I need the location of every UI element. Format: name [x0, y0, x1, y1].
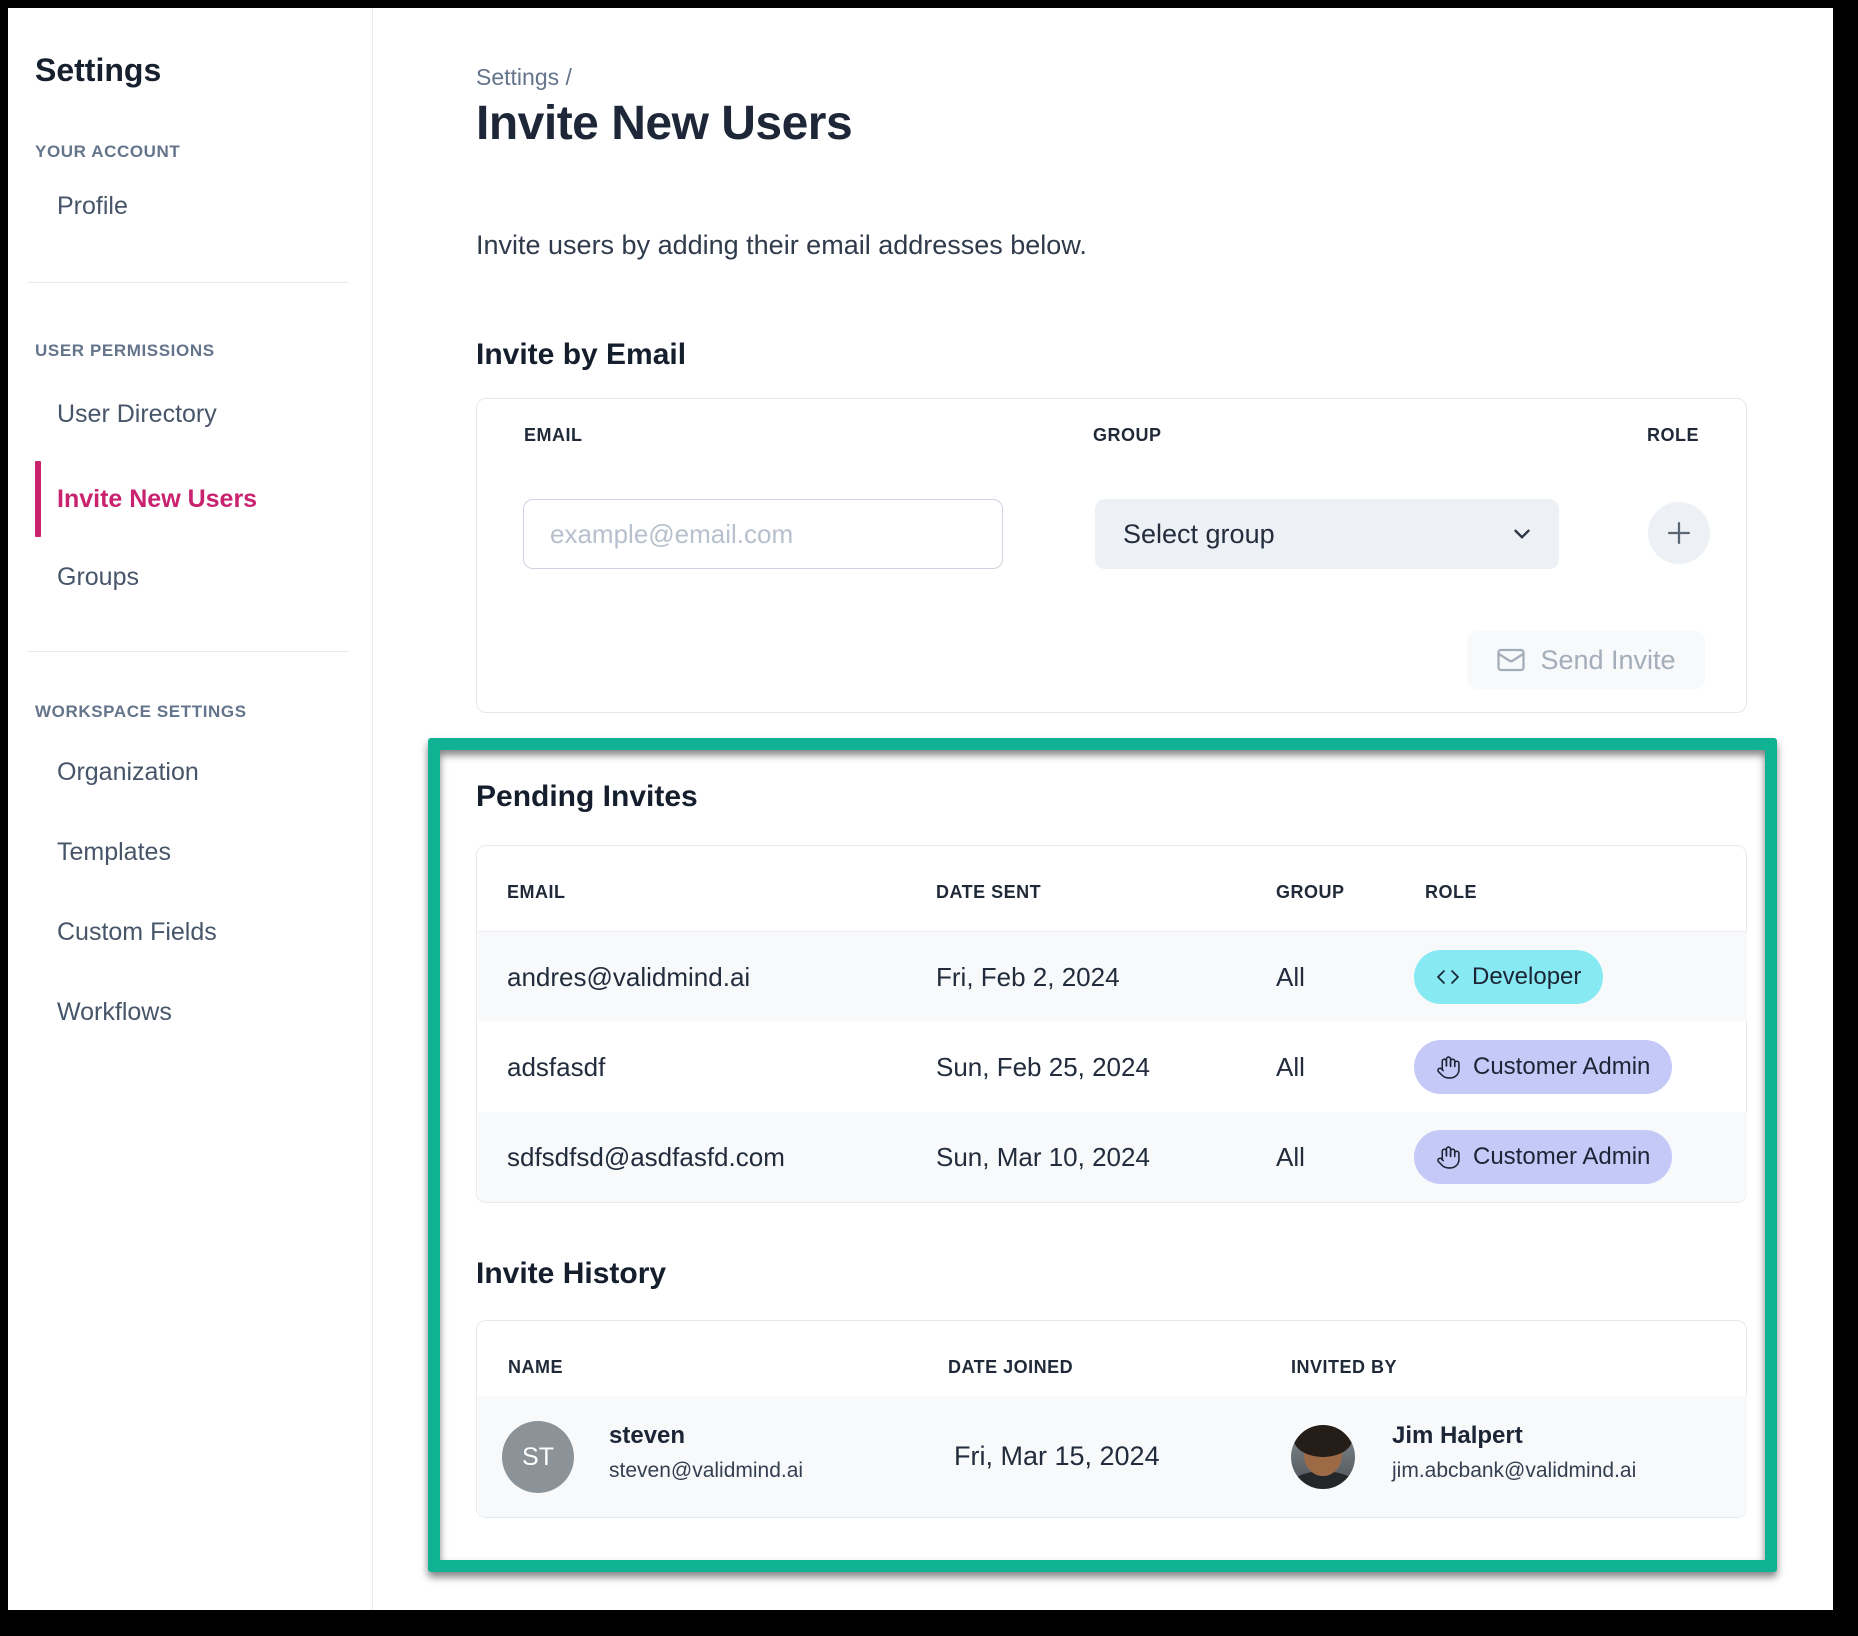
column-header-name: NAME: [508, 1357, 563, 1378]
email-label: EMAIL: [524, 425, 583, 446]
sidebar-item-invite-new-users[interactable]: Invite New Users: [57, 483, 257, 515]
column-header-date-joined: DATE JOINED: [948, 1357, 1073, 1378]
role-badge-customer-admin: Customer Admin: [1414, 1040, 1672, 1094]
chevron-down-icon: [1509, 521, 1535, 547]
pending-invites-heading: Pending Invites: [476, 780, 698, 814]
sidebar-item-templates[interactable]: Templates: [57, 836, 171, 868]
sidebar-item-organization[interactable]: Organization: [57, 756, 199, 788]
group-select[interactable]: Select group: [1095, 499, 1559, 569]
email-input[interactable]: [523, 499, 1003, 569]
plus-icon: [1662, 516, 1696, 550]
sidebar-title: Settings: [35, 52, 161, 89]
role-badge-customer-admin: Customer Admin: [1414, 1130, 1672, 1184]
group-select-value: Select group: [1123, 519, 1275, 549]
invite-by-email-card: EMAIL GROUP ROLE Select group Send Invi: [476, 398, 1747, 713]
breadcrumb: Settings /: [476, 64, 572, 91]
role-badge-label: Customer Admin: [1473, 1143, 1650, 1171]
group-label: GROUP: [1093, 425, 1162, 446]
role-badge-developer: Developer: [1414, 950, 1603, 1004]
send-invite-button[interactable]: Send Invite: [1467, 631, 1705, 689]
invite-email: adsfasdf: [507, 1022, 605, 1112]
breadcrumb-settings-link[interactable]: Settings: [476, 64, 559, 90]
invite-email: andres@validmind.ai: [507, 932, 750, 1022]
role-badge-label: Customer Admin: [1473, 1053, 1650, 1081]
column-header-email: EMAIL: [507, 882, 566, 903]
column-header-date-sent: DATE SENT: [936, 882, 1041, 903]
column-header-invited-by: INVITED BY: [1291, 1357, 1397, 1378]
pending-invites-table: EMAIL DATE SENT GROUP ROLE andres@validm…: [476, 845, 1747, 1203]
sidebar-divider: [27, 282, 349, 283]
pending-invite-row: andres@validmind.ai Fri, Feb 2, 2024 All…: [478, 932, 1747, 1022]
send-invite-label: Send Invite: [1540, 645, 1675, 676]
section-header-workspace-settings: WORKSPACE SETTINGS: [35, 702, 247, 722]
settings-sidebar: Settings YOUR ACCOUNT Profile USER PERMI…: [8, 8, 373, 1610]
invite-history-table: NAME DATE JOINED INVITED BY ST steven st…: [476, 1320, 1747, 1518]
column-header-role: ROLE: [1425, 882, 1477, 903]
invite-date-sent: Fri, Feb 2, 2024: [936, 932, 1120, 1022]
app-window: Settings YOUR ACCOUNT Profile USER PERMI…: [8, 8, 1833, 1610]
pending-invite-row: adsfasdf Sun, Feb 25, 2024 All Customer …: [478, 1022, 1747, 1112]
invited-by-email: jim.abcbank@validmind.ai: [1392, 1459, 1636, 1483]
invite-date-sent: Sun, Feb 25, 2024: [936, 1022, 1150, 1112]
pending-invite-row: sdfsdfsd@asdfasfd.com Sun, Mar 10, 2024 …: [478, 1112, 1747, 1202]
column-header-group: GROUP: [1276, 882, 1345, 903]
breadcrumb-separator: /: [566, 64, 572, 90]
hand-icon: [1436, 1145, 1461, 1170]
invite-group: All: [1276, 1112, 1305, 1202]
sidebar-item-workflows[interactable]: Workflows: [57, 996, 172, 1028]
invite-history-row: ST steven steven@validmind.ai Fri, Mar 1…: [478, 1396, 1747, 1517]
sidebar-item-custom-fields[interactable]: Custom Fields: [57, 916, 217, 948]
section-header-your-account: YOUR ACCOUNT: [35, 142, 180, 162]
invite-email: sdfsdfsd@asdfasfd.com: [507, 1112, 785, 1202]
sidebar-item-groups[interactable]: Groups: [57, 561, 139, 593]
page-description: Invite users by adding their email addre…: [476, 230, 1087, 261]
invite-group: All: [1276, 932, 1305, 1022]
avatar-initials: ST: [502, 1421, 574, 1493]
envelope-icon: [1496, 645, 1526, 675]
add-invite-row-button[interactable]: [1648, 502, 1710, 564]
invite-by-email-heading: Invite by Email: [476, 338, 686, 372]
code-icon: [1436, 965, 1460, 989]
member-name: steven: [609, 1422, 803, 1450]
invite-group: All: [1276, 1022, 1305, 1112]
date-joined-cell: Fri, Mar 15, 2024: [954, 1396, 1160, 1517]
page-title: Invite New Users: [476, 96, 852, 151]
hand-icon: [1436, 1055, 1461, 1080]
invited-by-avatar-photo: [1291, 1425, 1355, 1489]
role-label: ROLE: [1647, 425, 1699, 446]
member-email: steven@validmind.ai: [609, 1459, 803, 1483]
invite-date-sent: Sun, Mar 10, 2024: [936, 1112, 1150, 1202]
invite-history-heading: Invite History: [476, 1257, 666, 1291]
invited-by-name: Jim Halpert: [1392, 1422, 1636, 1450]
section-header-user-permissions: USER PERMISSIONS: [35, 341, 215, 361]
sidebar-item-user-directory[interactable]: User Directory: [57, 398, 217, 430]
sidebar-divider: [27, 651, 349, 652]
sidebar-item-profile[interactable]: Profile: [57, 190, 128, 222]
active-item-indicator: [35, 461, 41, 537]
role-badge-label: Developer: [1472, 963, 1581, 991]
